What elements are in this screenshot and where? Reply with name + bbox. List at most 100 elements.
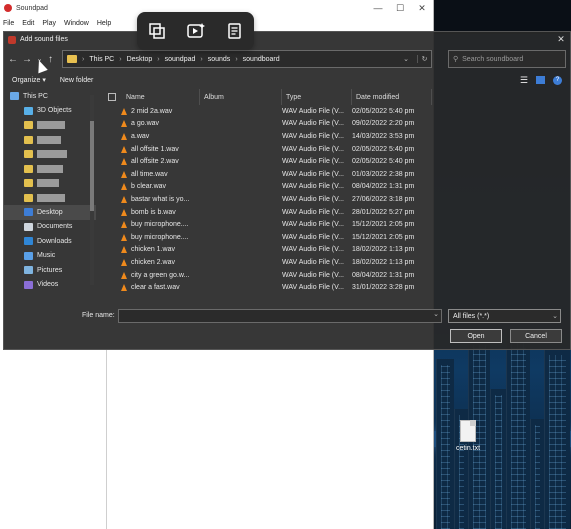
file-type-cell: WAV Audio File (V... [282, 183, 344, 191]
nav-blurred-item[interactable] [4, 191, 96, 206]
forward-arrow-icon[interactable]: → [22, 52, 32, 66]
file-row[interactable]: buy microphone.... WAV Audio File (V... 15… [96, 231, 570, 244]
file-row[interactable]: buy microphone.... WAV Audio File (V... 15… [96, 218, 570, 231]
file-type-filter[interactable]: All files (*.*) ⌄ [448, 309, 561, 323]
back-arrow-icon[interactable]: ← [8, 52, 18, 66]
file-type-cell: WAV Audio File (V... [282, 246, 344, 254]
vlc-file-icon [121, 107, 127, 115]
video-edit-icon[interactable] [184, 19, 208, 43]
nav-scrollbar[interactable] [90, 95, 94, 285]
breadcrumb-this-pc[interactable]: This PC [89, 56, 114, 63]
nav-blurred-item[interactable] [4, 162, 96, 177]
open-button[interactable]: Open [450, 329, 502, 343]
nav-blurred-item[interactable] [4, 118, 96, 133]
desktop-file-cetin[interactable]: cetin.txt [454, 420, 482, 452]
file-row[interactable]: a go.wav WAV Audio File (V... 09/02/2022 2… [96, 118, 570, 131]
dialog-app-icon [8, 35, 16, 44]
file-type-cell: WAV Audio File (V... [282, 158, 344, 166]
nav-music[interactable]: Music [4, 249, 96, 264]
up-arrow-icon[interactable]: ↑ [47, 52, 54, 66]
column-date-modified[interactable]: Date modified [352, 89, 432, 105]
soundpad-title: Soundpad [16, 4, 48, 12]
file-row[interactable]: bomb is b.wav WAV Audio File (V... 28/01/2… [96, 206, 570, 219]
soundpad-logo-icon [4, 4, 12, 12]
cancel-button[interactable]: Cancel [510, 329, 562, 343]
breadcrumb-sounds[interactable]: sounds [208, 56, 231, 63]
file-name-cell: buy microphone.... [96, 233, 192, 241]
file-date-cell: 09/02/2022 2:20 pm [352, 120, 415, 128]
file-row[interactable]: all offsite 1.wav WAV Audio File (V... 02/… [96, 143, 570, 156]
view-options-icon[interactable]: ☰ [520, 75, 528, 86]
new-folder-button[interactable]: New folder [60, 77, 93, 84]
breadcrumb-soundpad[interactable]: soundpad [165, 56, 196, 63]
screen-record-icon[interactable] [145, 19, 169, 43]
soundpad-list-area [107, 350, 433, 529]
dialog-titlebar: Add sound files ✕ [4, 32, 570, 47]
file-type-cell: WAV Audio File (V... [282, 170, 344, 178]
minimize-icon[interactable]: — [367, 3, 389, 14]
file-rows: 2 mid 2a.wav WAV Audio File (V... 02/05/20… [96, 105, 570, 294]
file-name-cell: chicken 2.wav [96, 258, 192, 266]
preview-pane-icon[interactable] [536, 76, 545, 84]
folder-icon [24, 164, 33, 173]
file-row[interactable]: chicken 2.wav WAV Audio File (V... 18/02/2… [96, 256, 570, 269]
nav-3d-objects[interactable]: 3D Objects [4, 104, 96, 119]
file-row[interactable]: b clear.wav WAV Audio File (V... 08/04/202… [96, 181, 570, 194]
breadcrumb-desktop[interactable]: Desktop [127, 56, 153, 63]
help-icon[interactable]: ? [553, 75, 562, 85]
blurred-label [37, 150, 67, 159]
menu-play[interactable]: Play [42, 20, 56, 27]
nav-documents[interactable]: Documents [4, 220, 96, 235]
folder-icon [24, 193, 33, 202]
column-type[interactable]: Type [282, 89, 352, 105]
file-row[interactable]: a.wav WAV Audio File (V... 14/03/2022 3:53… [96, 130, 570, 143]
vlc-file-icon [121, 221, 127, 229]
nav-this-pc[interactable]: This PC [4, 89, 96, 104]
maximize-icon[interactable]: ☐ [389, 3, 411, 14]
nav-blurred-item[interactable] [4, 147, 96, 162]
file-row[interactable]: 2 mid 2a.wav WAV Audio File (V... 02/05/20… [96, 105, 570, 118]
refresh-icon[interactable]: ↻ [417, 55, 431, 63]
file-name-input[interactable]: ⌄ [118, 309, 442, 323]
address-dropdown-icon[interactable]: ⌄ [400, 55, 412, 63]
add-sound-files-dialog: Add sound files ✕ ← → ⌄ ↑ › This PC › De… [3, 31, 571, 350]
nav-desktop[interactable]: Desktop [4, 205, 96, 220]
file-row[interactable]: city a green go.w... WAV Audio File (V...… [96, 269, 570, 282]
nav-blurred-item[interactable] [4, 176, 96, 191]
file-date-cell: 18/02/2022 1:13 pm [352, 246, 415, 254]
address-bar[interactable]: › This PC › Desktop › soundpad › sounds … [62, 50, 432, 68]
file-name-cell: chicken 1.wav [96, 246, 192, 254]
file-name-dropdown-icon[interactable]: ⌄ [431, 310, 441, 322]
menu-window[interactable]: Window [64, 20, 89, 27]
menu-help[interactable]: Help [97, 20, 111, 27]
vlc-file-icon [121, 284, 127, 292]
nav-downloads[interactable]: Downloads [4, 234, 96, 249]
dialog-footer: File name: ⌄ All files (*.*) ⌄ Open Canc… [4, 304, 570, 350]
file-date-cell: 02/05/2022 5:40 pm [352, 158, 415, 166]
file-row[interactable]: all time.wav WAV Audio File (V... 01/03/20… [96, 168, 570, 181]
file-row[interactable]: clear a fast.wav WAV Audio File (V... 31/0… [96, 281, 570, 294]
column-album[interactable]: Album [200, 89, 282, 105]
nav-videos[interactable]: Videos [4, 278, 96, 293]
select-all-checkbox[interactable] [108, 93, 116, 101]
file-row[interactable]: chicken 1.wav WAV Audio File (V... 18/02/2… [96, 244, 570, 257]
menu-file[interactable]: File [3, 20, 14, 27]
file-name-cell: all offsite 2.wav [96, 158, 192, 166]
file-row[interactable]: all offsite 2.wav WAV Audio File (V... 02/… [96, 155, 570, 168]
organize-button[interactable]: Organize ▾ [12, 76, 46, 84]
floating-media-toolbar [137, 12, 254, 50]
dialog-close-icon[interactable]: ✕ [552, 34, 570, 45]
nav-blurred-item[interactable] [4, 133, 96, 148]
blurred-label [37, 179, 59, 188]
breadcrumb-soundboard[interactable]: soundboard [243, 56, 280, 63]
3d-objects-icon [24, 106, 33, 115]
computer-icon [10, 92, 19, 101]
file-row[interactable]: bastar what is yo... WAV Audio File (V...… [96, 193, 570, 206]
file-date-cell: 08/04/2022 1:31 pm [352, 183, 415, 191]
notes-icon[interactable] [223, 19, 247, 43]
nav-pictures[interactable]: Pictures [4, 263, 96, 278]
close-icon[interactable]: ✕ [411, 3, 433, 14]
menu-edit[interactable]: Edit [22, 20, 34, 27]
search-input[interactable]: ⚲ Search soundboard [448, 50, 566, 68]
column-name[interactable]: Name [122, 89, 200, 105]
